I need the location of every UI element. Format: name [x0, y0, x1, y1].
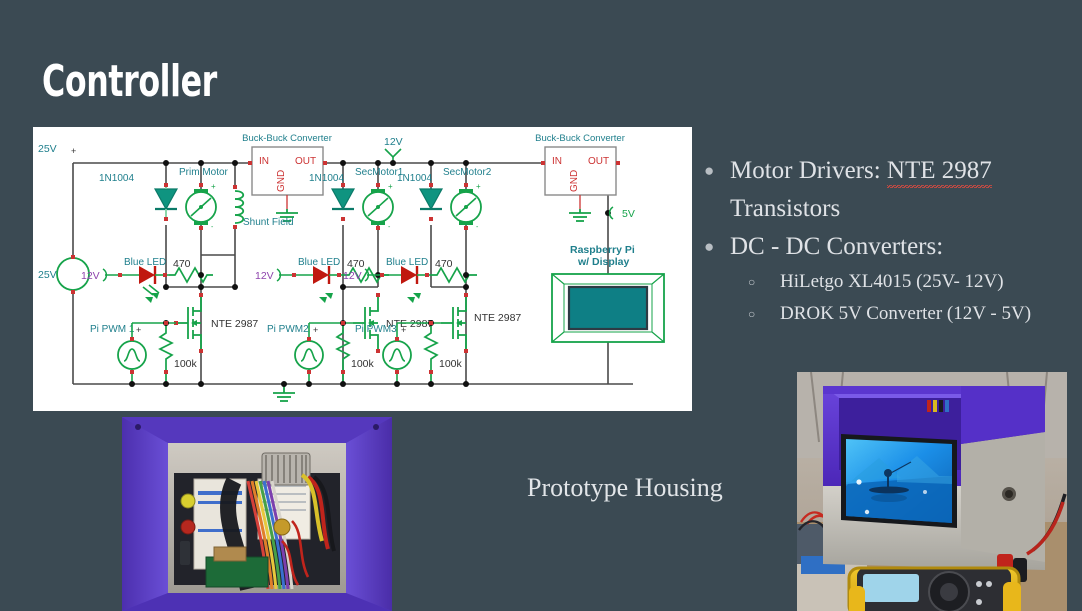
- bullet-item-motor-drivers: ● Motor Drivers: NTE 2987: [700, 152, 1082, 189]
- svg-text:Blue LED: Blue LED: [124, 257, 166, 268]
- svg-text:+: +: [71, 146, 76, 156]
- label-25v-value: 25V: [38, 269, 57, 281]
- svg-text:100k: 100k: [174, 358, 198, 370]
- svg-text:12V: 12V: [255, 270, 274, 282]
- svg-text:NTE 2987: NTE 2987: [474, 312, 521, 324]
- svg-text:470: 470: [173, 258, 191, 270]
- svg-text:12V: 12V: [343, 270, 362, 282]
- bullet-text-dc-converters: DC - DC Converters:: [730, 233, 944, 260]
- spellcheck-underlined-term: NTE 2987: [886, 152, 992, 189]
- svg-text:100k: 100k: [439, 358, 463, 370]
- svg-text:NTE 2987: NTE 2987: [211, 318, 258, 330]
- svg-text:Shunt Field: Shunt Field: [243, 217, 294, 228]
- svg-text:12V: 12V: [384, 136, 403, 148]
- bullet-item-dc-converters: ● DC - DC Converters:: [700, 228, 1082, 265]
- svg-text:470: 470: [435, 258, 453, 270]
- circuit-schematic-image: Buck-Buck Converter IN OUT GND Buck-Buck…: [33, 127, 692, 411]
- svg-text:+: +: [313, 325, 318, 335]
- svg-text:Pi PWM 1: Pi PWM 1: [90, 324, 135, 335]
- bullet-marker-icon: ●: [704, 237, 715, 256]
- sub-bullet-marker-icon: ○: [748, 307, 756, 321]
- svg-text:GND: GND: [569, 170, 580, 192]
- svg-text:+: +: [388, 182, 393, 191]
- svg-text:1N1004: 1N1004: [309, 173, 344, 184]
- photo-assembled-enclosure: [797, 372, 1067, 611]
- svg-text:Pi PWM3: Pi PWM3: [355, 324, 397, 335]
- svg-text:Blue LED: Blue LED: [386, 257, 428, 268]
- svg-text:25V: 25V: [38, 143, 57, 155]
- svg-text:Prim Motor: Prim Motor: [179, 167, 229, 178]
- bullet-item-motor-drivers-line2: Transistors: [700, 190, 1082, 227]
- svg-text:12V: 12V: [81, 270, 100, 282]
- page-title: Controller: [42, 56, 217, 107]
- svg-text:GND: GND: [276, 170, 287, 192]
- svg-text:SecMotor2: SecMotor2: [443, 167, 492, 178]
- svg-text:1N1004: 1N1004: [99, 173, 134, 184]
- svg-text:470: 470: [347, 258, 365, 270]
- sub-bullet-item-drok: ○ DROK 5V Converter (12V - 5V): [748, 298, 1082, 330]
- photo-open-enclosure: [122, 417, 392, 611]
- svg-text:+: +: [136, 325, 141, 335]
- svg-text:Blue LED: Blue LED: [298, 257, 340, 268]
- bullet-label-prefix: Motor Drivers:: [730, 157, 887, 184]
- slide-root: Controller Buck-Buck Converter IN OUT GN…: [0, 0, 1082, 611]
- svg-text:IN: IN: [552, 156, 562, 167]
- sub-bullet-text-hiletgo: HiLetgo XL4015 (25V- 12V): [780, 271, 1004, 292]
- svg-text:Buck-Buck Converter: Buck-Buck Converter: [242, 133, 332, 144]
- bullet-marker-icon: ●: [704, 161, 715, 180]
- prototype-housing-caption: Prototype Housing: [527, 473, 723, 502]
- svg-text:+: +: [476, 182, 481, 191]
- sub-bullet-item-hiletgo: ○ HiLetgo XL4015 (25V- 12V): [748, 266, 1082, 298]
- sub-bullet-text-drok: DROK 5V Converter (12V - 5V): [780, 303, 1032, 324]
- svg-text:+: +: [211, 182, 216, 191]
- svg-text:+: +: [401, 325, 406, 335]
- svg-text:Pi PWM2: Pi PWM2: [267, 324, 309, 335]
- svg-text:1N1004: 1N1004: [397, 173, 432, 184]
- svg-text:Raspberry Pi: Raspberry Pi: [570, 244, 635, 256]
- svg-text:IN: IN: [259, 156, 269, 167]
- svg-text:Buck-Buck Converter: Buck-Buck Converter: [535, 133, 625, 144]
- svg-text:OUT: OUT: [588, 156, 609, 167]
- svg-text:5V: 5V: [622, 208, 635, 220]
- svg-text:OUT: OUT: [295, 156, 316, 167]
- sub-bullet-marker-icon: ○: [748, 275, 756, 289]
- bullet-text-motor-drivers: Motor Drivers: NTE 2987: [730, 152, 1082, 189]
- bullet-list: ● Motor Drivers: NTE 2987 Transistors ● …: [700, 152, 1082, 330]
- bullet-text-transistors: Transistors: [730, 195, 841, 222]
- svg-text:w/ Display: w/ Display: [577, 256, 630, 268]
- svg-text:100k: 100k: [351, 358, 375, 370]
